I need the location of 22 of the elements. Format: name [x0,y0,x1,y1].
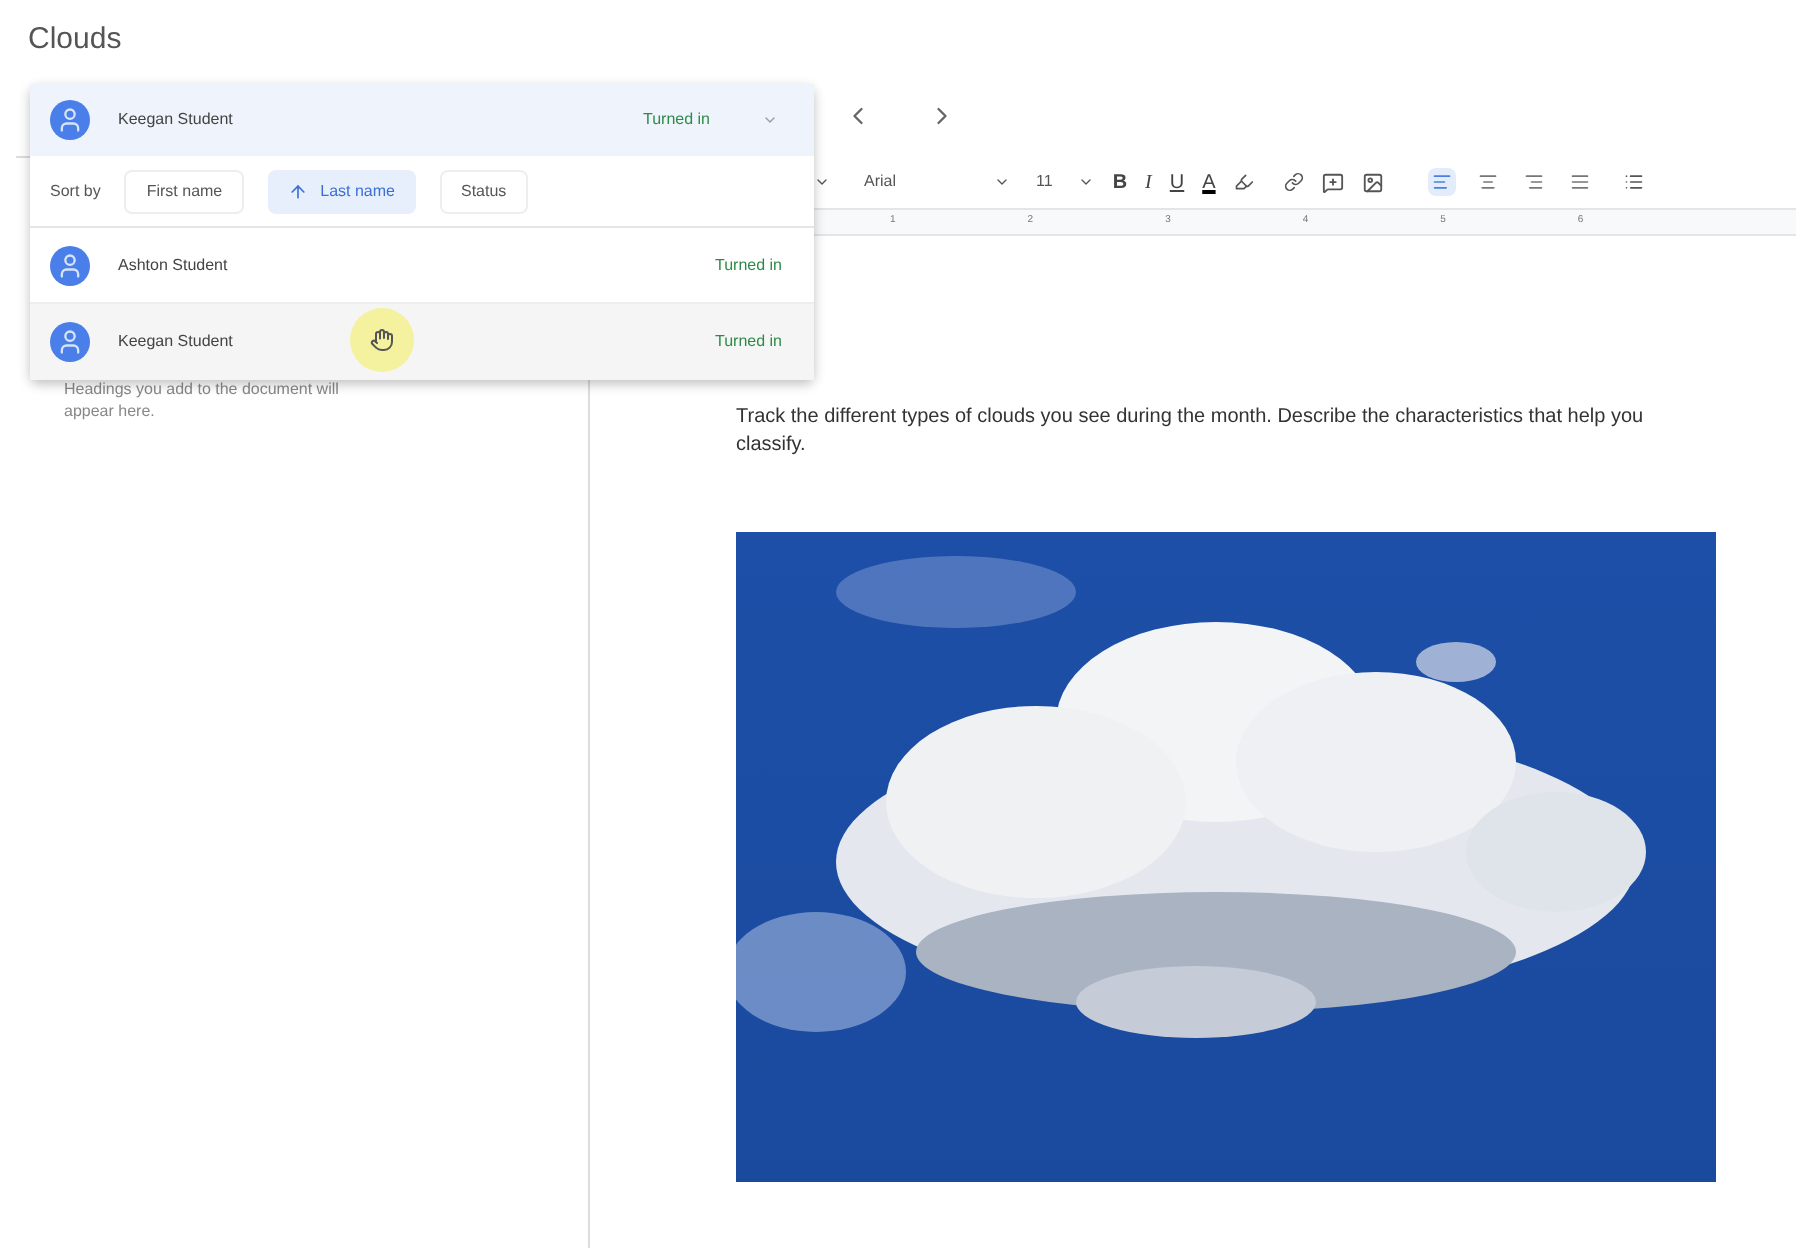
outline-hint: Headings you add to the document will [64,378,341,400]
font-dropdown[interactable]: Arial [864,170,976,194]
student-row[interactable]: Ashton Student Turned in [30,228,814,304]
status-label: Turned in [715,330,782,354]
page-title: Clouds [28,22,122,56]
outline-hint: appear here. [64,400,157,422]
bold-button[interactable]: B [1112,167,1128,197]
sort-chip[interactable]: Last name [268,169,415,213]
student-name: Keegan Student [118,330,233,354]
student-name: Ashton Student [118,253,228,277]
sort-chip[interactable]: Status [439,169,529,213]
status-label: Turned in [643,108,710,132]
sort-label: Sort by [50,179,101,203]
student-row[interactable]: Keegan Student Turned in [30,304,814,380]
font-size-field[interactable]: 11 [1028,170,1061,194]
status-label: Turned in [715,253,782,277]
text-color-button[interactable]: A [1202,167,1216,197]
document-text: Track the different types of clouds you see during the month. Describe the characteristics that help you classify. [736,404,1646,460]
underline-button[interactable]: U [1169,167,1185,197]
italic-button[interactable]: I [1145,167,1152,197]
current-student[interactable]: Keegan Student Turned in [30,84,814,156]
sort-chip[interactable]: First name [124,169,245,213]
